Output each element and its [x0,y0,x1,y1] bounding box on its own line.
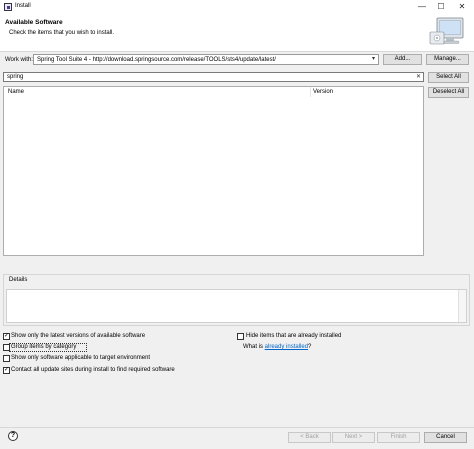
chevron-down-icon[interactable]: ▾ [369,55,378,64]
column-header-name[interactable]: Name [8,89,24,95]
contact-sites-checkbox[interactable]: ✓ [3,367,10,374]
page-subtitle: Check the items that you wish to install… [9,30,115,36]
latest-versions-checkbox[interactable]: ✓ [3,333,10,340]
cancel-button[interactable]: Cancel [424,432,467,443]
group-by-category-checkbox[interactable] [3,344,10,351]
back-button[interactable]: < Back [288,432,331,443]
column-divider[interactable] [310,87,311,97]
finish-button[interactable]: Finish [377,432,420,443]
help-icon[interactable]: ? [8,431,18,441]
details-group: Details [3,274,470,326]
contact-sites-label: Contact all update sites during install … [11,367,175,373]
install-wizard-icon [429,17,464,45]
hide-installed-checkbox[interactable] [237,333,244,340]
page-title: Available Software [5,19,63,26]
latest-versions-label: Show only the latest versions of availab… [11,333,146,339]
already-installed-link[interactable]: already installed [265,344,308,350]
work-with-combo[interactable]: Spring Tool Suite 4 - http://download.sp… [33,54,379,65]
wizard-header: Available Software Check the items that … [0,14,474,52]
details-label: Details [9,277,28,283]
details-text-area[interactable] [6,289,467,323]
details-scrollbar[interactable] [458,290,466,322]
next-button[interactable]: Next > [332,432,375,443]
software-table[interactable]: Name Version [3,86,424,256]
footer-separator [0,427,474,428]
what-is-prefix: What is [243,344,265,350]
window-title: Install [15,3,31,9]
clear-icon[interactable]: ✕ [414,72,423,82]
title-bar: Install — ☐ ✕ [0,0,474,14]
minimize-button[interactable]: — [416,2,428,12]
hide-installed-label: Hide items that are already installed [246,333,342,339]
what-is-suffix: ? [308,344,312,350]
applicable-only-checkbox[interactable] [3,355,10,362]
column-header-version[interactable]: Version [313,89,333,95]
close-button[interactable]: ✕ [456,2,468,12]
already-installed-text: What is already installed? [243,344,311,350]
applicable-only-label: Show only software applicable to target … [11,355,151,361]
maximize-button[interactable]: ☐ [435,2,447,12]
deselect-all-button[interactable]: Deselect All [428,87,469,98]
filter-input[interactable]: spring [3,72,424,82]
select-all-button[interactable]: Select All [428,72,469,83]
group-by-category-label: Group items by category [11,344,77,350]
manage-button[interactable]: Manage... [426,54,469,65]
work-with-label: Work with: [5,57,33,63]
app-icon [4,3,12,11]
add-button[interactable]: Add... [383,54,422,65]
